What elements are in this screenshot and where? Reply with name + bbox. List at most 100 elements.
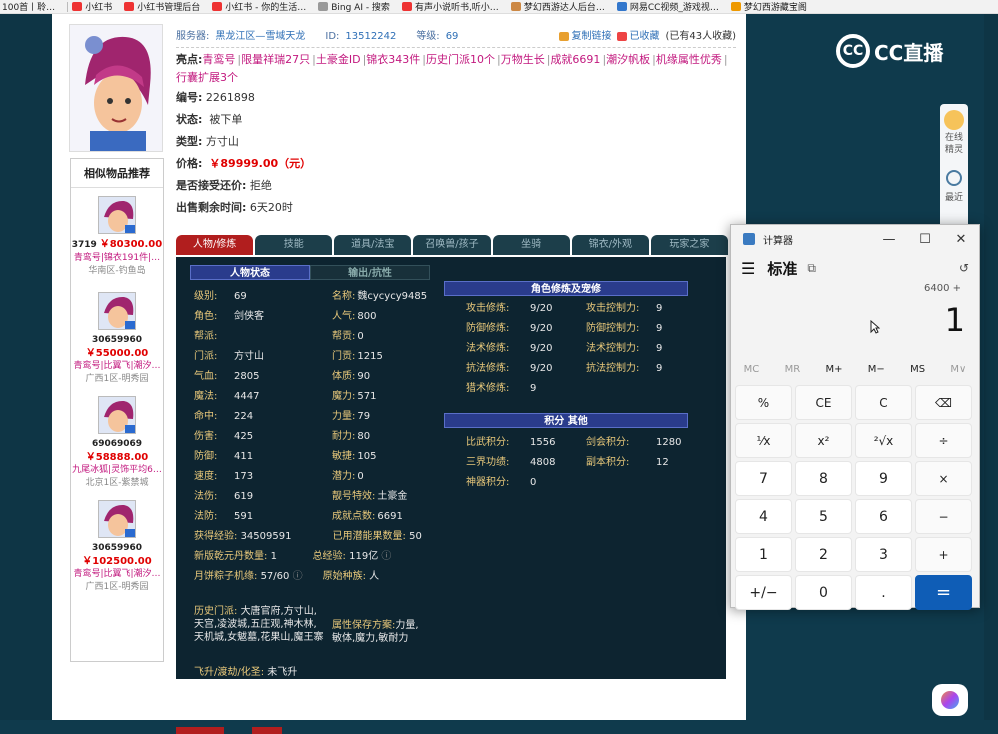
- item-id: 30659960: [91, 543, 143, 553]
- item-thumbnail[interactable]: [98, 292, 136, 330]
- item-thumbnail[interactable]: [98, 396, 136, 434]
- key-square-button[interactable]: x²: [795, 423, 852, 458]
- item-thumbnail[interactable]: [98, 196, 136, 234]
- key-4-button[interactable]: 4: [735, 499, 792, 534]
- tab-pets[interactable]: 召唤兽/孩子: [413, 235, 491, 255]
- highlight-tag[interactable]: 潮汐帆板: [606, 51, 650, 69]
- highlight-tag[interactable]: 行囊扩展3个: [176, 69, 238, 87]
- tab-outfits[interactable]: 锦衣/外观: [571, 235, 649, 255]
- key-1-button[interactable]: 1: [735, 537, 792, 572]
- points-table: 比武积分: 1556 剑会积分: 1280 三界功绩: 4808 副本积分: 12 神器积分: 0: [466, 433, 686, 493]
- maximize-icon[interactable]: ☐: [907, 232, 943, 247]
- subtab-resist[interactable]: 输出/抗性: [310, 265, 430, 280]
- bookmark[interactable]: 100首丨聆…: [2, 0, 55, 13]
- key-percent-button[interactable]: %: [735, 385, 792, 420]
- similar-item[interactable]: 30659960 ￥55000.00 青鸾号|比翼飞|潮汐… 广西1区-明秀园: [71, 292, 163, 386]
- bookmark[interactable]: 梦幻西游藏宝阁: [730, 0, 807, 13]
- key-multiply-button[interactable]: ×: [915, 461, 972, 496]
- key-backspace-button[interactable]: ⌫: [915, 385, 972, 420]
- bookmark[interactable]: 有声小说听书,听小…: [401, 0, 499, 13]
- recent-label[interactable]: 最近: [940, 190, 968, 203]
- key-2-button[interactable]: 2: [795, 537, 852, 572]
- clock-icon[interactable]: [946, 170, 962, 186]
- code-label: 编号:: [176, 91, 203, 104]
- price-value: ￥89999.00（元）: [209, 157, 312, 170]
- key-sqrt-button[interactable]: ²√x: [855, 423, 912, 458]
- tab-items[interactable]: 道具/法宝: [334, 235, 412, 255]
- highlights: 亮点: 青鸾号 | 限量祥瑞27只 | 土豪金ID | 锦衣343件 | 历史门派10个…: [176, 51, 736, 87]
- ms-button[interactable]: MS: [910, 364, 925, 375]
- help-icon[interactable]: ⓘ: [381, 551, 391, 562]
- key-8-button[interactable]: 8: [795, 461, 852, 496]
- assistant-bubble-icon[interactable]: [932, 684, 968, 716]
- bookmark-label: Bing AI - 搜索: [331, 3, 390, 13]
- highlight-tag[interactable]: 历史门派10个: [426, 51, 495, 69]
- m-minus-button[interactable]: M−: [868, 364, 885, 375]
- key-5-button[interactable]: 5: [795, 499, 852, 534]
- key-divide-button[interactable]: ÷: [915, 423, 972, 458]
- bookmark[interactable]: 小红书: [72, 0, 112, 13]
- stat-value: 12: [656, 457, 669, 468]
- highlight-tag[interactable]: 限量祥瑞27只: [241, 51, 310, 69]
- item-thumbnail[interactable]: [98, 500, 136, 538]
- key-ce-button[interactable]: CE: [795, 385, 852, 420]
- highlight-tag[interactable]: 土豪金ID: [316, 51, 361, 69]
- tab-home[interactable]: 玩家之家: [650, 235, 728, 255]
- stat-value: 人: [369, 571, 380, 582]
- key-decimal-button[interactable]: .: [855, 575, 912, 610]
- mc-button[interactable]: MC: [744, 364, 760, 375]
- help-icon[interactable]: ⓘ: [293, 567, 323, 587]
- mr-button[interactable]: MR: [785, 364, 801, 375]
- keep-on-top-icon[interactable]: ⧉: [807, 261, 816, 276]
- online-sprite[interactable]: 在线 精灵: [940, 132, 968, 156]
- server-value[interactable]: 黑龙江区—雪域天龙: [215, 26, 305, 48]
- bookmark[interactable]: 梦幻西游达人后台…: [510, 0, 605, 13]
- highlight-tag[interactable]: 成就6691: [550, 51, 600, 69]
- similar-item[interactable]: 30659960 ￥102500.00 青鸾号|比翼飞|潮汐… 广西1区-明秀园: [71, 500, 163, 594]
- favorite-button[interactable]: 已收藏: [617, 26, 659, 48]
- xiaohongshu-icon: [212, 2, 223, 11]
- sprite-avatar-icon[interactable]: [944, 110, 964, 130]
- points-header: 积分 其他: [444, 413, 688, 428]
- bookmark[interactable]: 小红书 - 你的生活…: [212, 0, 306, 13]
- key-minus-button[interactable]: −: [915, 499, 972, 534]
- stat-label: 魔力:: [332, 391, 356, 402]
- bookmark[interactable]: 网易CC视频_游戏视…: [616, 0, 719, 13]
- menu-icon[interactable]: ☰: [741, 259, 755, 278]
- stat-label: 攻击修炼:: [466, 303, 510, 314]
- key-plus-button[interactable]: +: [915, 537, 972, 572]
- subtab-status[interactable]: 人物状态: [190, 265, 310, 280]
- highlight-tag[interactable]: 青鸾号: [202, 51, 235, 69]
- highlight-tag[interactable]: 万物生长: [501, 51, 545, 69]
- m-plus-button[interactable]: M+: [825, 364, 842, 375]
- cultivation-table: 攻击修炼: 9/20 攻击控制力: 9 防御修炼: 9/20 防御控制力: 9 法术修炼: 9/2…: [466, 299, 686, 399]
- key-negate-button[interactable]: +/−: [735, 575, 792, 610]
- copy-link-button[interactable]: 复制链接: [559, 26, 611, 48]
- history-icon[interactable]: ↺: [959, 261, 969, 275]
- key-3-button[interactable]: 3: [855, 537, 912, 572]
- stat-label: 人气:: [332, 311, 356, 322]
- key-clear-button[interactable]: C: [855, 385, 912, 420]
- tab-mounts[interactable]: 坐骑: [492, 235, 570, 255]
- key-9-button[interactable]: 9: [855, 461, 912, 496]
- memory-list-button[interactable]: M∨: [950, 364, 966, 375]
- close-icon[interactable]: ✕: [943, 232, 979, 247]
- key-6-button[interactable]: 6: [855, 499, 912, 534]
- tab-character[interactable]: 人物/修炼: [176, 235, 254, 255]
- key-7-button[interactable]: 7: [735, 461, 792, 496]
- bookmark[interactable]: Bing AI - 搜索: [318, 0, 390, 13]
- minimize-icon[interactable]: —: [871, 232, 907, 247]
- key-equals-button[interactable]: =: [915, 575, 972, 610]
- similar-item[interactable]: 3719 ￥80300.00 青鸾号|锦衣191件|… 华南区-钓鱼岛: [71, 196, 163, 278]
- highlight-tag[interactable]: 机缘属性优秀: [656, 51, 722, 69]
- attr-label: 属性保存方案:: [332, 620, 396, 631]
- highlight-tag[interactable]: 锦衣343件: [366, 51, 420, 69]
- tab-skills[interactable]: 技能: [255, 235, 333, 255]
- item-price: ￥80300.00: [99, 239, 163, 250]
- key-reciprocal-button[interactable]: ⅟x: [735, 423, 792, 458]
- stat-row: 级别: 69: [194, 287, 324, 307]
- bookmark[interactable]: 小红书管理后台: [124, 0, 200, 13]
- key-0-button[interactable]: 0: [795, 575, 852, 610]
- history-block: 历史门派: 大唐官府,方寸山,天宫,凌波城,五庄观,神木林,天机城,女魃墓,花果…: [194, 605, 326, 644]
- similar-item[interactable]: 69069069 ￥58888.00 九尾冰狐|灵饰平均6… 北京1区-紫禁城: [71, 396, 163, 490]
